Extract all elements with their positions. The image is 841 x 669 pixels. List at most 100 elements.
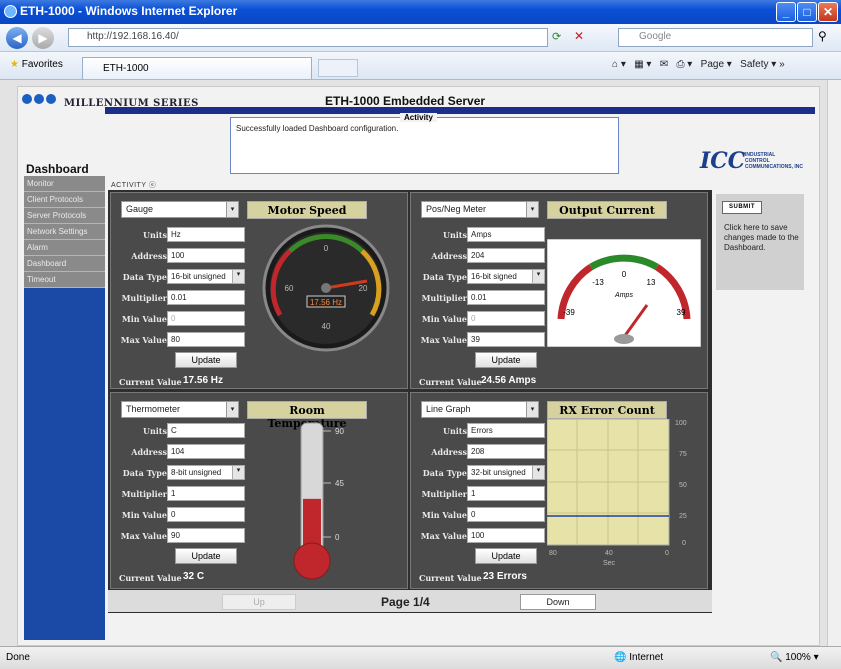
max-value-field[interactable]: 39 [467,332,545,347]
data-type-select[interactable]: 16-bit unsigned [167,269,245,284]
multiplier-field[interactable]: 1 [167,486,245,501]
update-button[interactable]: Update [175,548,237,564]
therm-tick-label: 0 [335,533,340,542]
sidebar-item-monitor[interactable]: Monitor [24,176,105,192]
sidebar-item-timeout[interactable]: Timeout [24,272,105,288]
vertical-scrollbar[interactable] [827,80,841,646]
zoom-icon: 🔍 [770,652,783,663]
maximize-button[interactable]: □ [797,2,817,22]
graph-y-tick: 0 [682,540,686,547]
feeds-icon[interactable]: ▦ [634,59,643,70]
address-toolbar: ◀ ▶ http://192.168.16.40/ ⟳ ✕ Google ⚲ [0,24,841,52]
meter-widget: 0 -13 13 -39 39 Amps [547,239,701,347]
new-tab-button[interactable] [318,59,358,77]
current-value: 32 C [183,571,205,582]
graph-y-tick: 50 [679,482,687,489]
search-icon[interactable]: ⚲ [818,29,827,43]
refresh-icon[interactable]: ⟳ [552,30,561,43]
multiplier-field[interactable]: 0.01 [467,290,545,305]
zoom-control[interactable]: 🔍 100% ▾ [770,652,819,663]
multiplier-field[interactable]: 0.01 [167,290,245,305]
search-input[interactable]: Google [618,28,813,47]
graph-y-tick: 75 [679,451,687,458]
widget-type-select[interactable]: Thermometer ▾ [121,401,239,418]
browser-tab[interactable]: ETH-1000 [82,57,312,79]
multiplier-field[interactable]: 1 [467,486,545,501]
current-value: 24.56 Amps [481,375,537,386]
dashboard-grid: Gauge ▾ Motor Speed Units Hz Address 100 … [108,190,712,613]
favorites-button[interactable]: ★ Favorites [10,59,63,70]
safety-menu[interactable]: Safety ▾ [740,59,776,70]
submit-button[interactable]: SUBMIT [722,201,762,214]
address-field[interactable]: 100 [167,248,245,263]
widget-title: RX Error Count [547,401,667,419]
update-button[interactable]: Update [175,352,237,368]
current-value-label: Current Value [419,573,482,583]
address-input[interactable]: http://192.168.16.40/ [68,28,548,47]
address-field[interactable]: 208 [467,444,545,459]
graph-y-tick: 25 [679,513,687,520]
units-field[interactable]: Amps [467,227,545,242]
units-label: Units [442,230,467,240]
sidebar-item-network-settings[interactable]: Network Settings [24,224,105,240]
sidebar-item-client-protocols[interactable]: Client Protocols [24,192,105,208]
sidebar: Monitor Client Protocols Server Protocol… [24,176,105,640]
back-button[interactable]: ◀ [6,27,28,49]
widget-type-select[interactable]: Pos/Neg Meter ▾ [421,201,539,218]
max-value-field[interactable]: 80 [167,332,245,347]
graph-y-tick: 100 [675,420,687,427]
forward-button[interactable]: ▶ [32,27,54,49]
multiplier-label: Multiplier [421,293,467,303]
units-field[interactable]: C [167,423,245,438]
mail-icon[interactable]: ✉ [660,59,668,70]
max-value-label: Max Value [420,335,467,345]
max-value-field[interactable]: 90 [167,528,245,543]
max-value-field[interactable]: 100 [467,528,545,543]
close-button[interactable]: ✕ [818,2,838,22]
sidebar-item-dashboard[interactable]: Dashboard [24,256,105,272]
widget-type-select[interactable]: Line Graph ▾ [421,401,539,418]
min-value-field[interactable]: 0 [467,507,545,522]
page-down-button[interactable]: Down [520,594,596,610]
data-type-select[interactable]: 16-bit signed [467,269,545,284]
units-field[interactable]: Errors [467,423,545,438]
graph-x-tick: 0 [665,550,669,557]
current-value: 23 Errors [483,571,527,582]
widget-motor-speed: Gauge ▾ Motor Speed Units Hz Address 100 … [110,192,408,389]
window-title: ETH-1000 - Windows Internet Explorer [20,4,238,18]
min-value-field[interactable]: 0 [467,311,545,326]
sidebar-item-alarm[interactable]: Alarm [24,240,105,256]
activity-toggle[interactable]: ACTIVITY ⓔ [111,180,156,190]
data-type-select[interactable]: 8-bit unsigned [167,465,245,480]
address-label: Address [431,447,467,457]
widget-type-select[interactable]: Gauge ▾ [121,201,239,218]
update-button[interactable]: Update [475,548,537,564]
address-field[interactable]: 104 [167,444,245,459]
address-field[interactable]: 204 [467,248,545,263]
favorites-bar: ★ Favorites ETH-1000 ⌂ ▾ ▦ ▾ ✉ ⎙ ▾ Page … [0,52,841,80]
minimize-button[interactable]: _ [776,2,796,22]
page-menu[interactable]: Page ▾ [701,59,732,70]
submit-help-text: Click here to save changes made to the D… [724,223,799,252]
stop-icon[interactable]: ✕ [574,29,584,43]
min-value-field[interactable]: 0 [167,507,245,522]
zoom-label: 100% [785,652,811,663]
max-value-label: Max Value [120,531,167,541]
sidebar-item-server-protocols[interactable]: Server Protocols [24,208,105,224]
gauge-tick-label: 60 [285,284,294,293]
meter-tick-label: -39 [563,308,575,317]
widget-title: Output Current [547,201,667,219]
page-up-button[interactable]: Up [222,594,296,610]
widget-output-current: Pos/Neg Meter ▾ Output Current Units Amps… [410,192,708,389]
graph-x-tick: 80 [549,550,557,557]
meter-tick-label: 0 [622,270,627,279]
print-icon[interactable]: ⎙ [677,59,685,70]
home-icon[interactable]: ⌂ [612,59,618,70]
units-field[interactable]: Hz [167,227,245,242]
data-type-label: Data Type [122,272,167,282]
update-button[interactable]: Update [475,352,537,368]
min-value-field[interactable]: 0 [167,311,245,326]
header-divider [105,107,815,114]
chevron-down-icon: ▾ [526,202,538,217]
data-type-select[interactable]: 32-bit unsigned [467,465,545,480]
